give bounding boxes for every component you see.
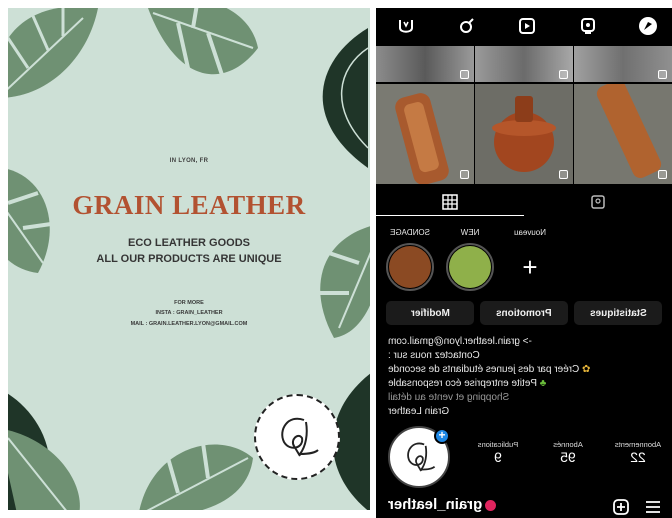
post-thumbnail-leather-case[interactable]: [376, 84, 474, 184]
insights-button[interactable]: Statistiques: [574, 301, 662, 325]
post-thumbnail[interactable]: [574, 46, 672, 82]
profile-username[interactable]: grain_leather: [388, 496, 497, 513]
tagged-icon: [591, 195, 605, 209]
highlight-sondage[interactable]: SONDAGE: [386, 228, 434, 291]
post-thumbnail[interactable]: [376, 46, 474, 82]
bio-category: Shopping et vente au détail: [388, 392, 510, 403]
tabs-logo-icon[interactable]: [396, 16, 416, 36]
screenshot-composite: IN LYON, FR GRAIN LEATHER ECO LEATHER GO…: [0, 0, 672, 518]
poster-brand-title: GRAIN LEATHER: [72, 190, 306, 220]
edit-profile-button[interactable]: Modifier: [386, 301, 474, 325]
header-actions: [612, 498, 662, 516]
compass-icon[interactable]: [638, 16, 658, 36]
new-highlight-plus-icon: +: [522, 251, 538, 282]
highlight-cover: [449, 246, 491, 288]
add-story-plus-icon[interactable]: +: [434, 428, 450, 444]
top-navigation-bar: [376, 8, 672, 44]
brand-poster: IN LYON, FR GRAIN LEATHER ECO LEATHER GO…: [8, 8, 370, 510]
poster-mail: MAIL : GRAIN.LEATHER.LYON@GMAIL.COM: [130, 321, 248, 327]
leaf-top-center-illustration: [148, 8, 258, 79]
poster-for-more: FOR MORE: [174, 300, 204, 306]
stat-posts[interactable]: Publications 9: [468, 438, 528, 465]
post-thumbnail-leather-sleeve[interactable]: [574, 84, 672, 184]
highlight-label: NEW: [460, 228, 480, 237]
play-icon[interactable]: [517, 16, 537, 36]
stat-followers[interactable]: Abonnés 95: [538, 438, 598, 465]
leaf-bottom-center-illustration: [139, 442, 253, 510]
profile-action-buttons: Modifier Promotions Statistiques: [386, 301, 662, 325]
notification-dot-icon: [485, 499, 497, 511]
bio-name: Grain Leather: [388, 406, 450, 417]
add-post-icon[interactable]: [612, 498, 630, 516]
monogram-icon: [407, 442, 436, 472]
face-icon[interactable]: [578, 16, 598, 36]
monogram-icon: [281, 417, 319, 457]
promotions-button[interactable]: Promotions: [480, 301, 568, 325]
highlight-nouveau[interactable]: Nouveau +: [506, 228, 554, 291]
menu-icon[interactable]: [644, 498, 662, 516]
bio-contact: Contactez nous sur :: [388, 350, 480, 361]
highlight-label: Nouveau: [513, 228, 547, 237]
post-thumbnail-leather-ball[interactable]: [475, 84, 573, 184]
highlight-new[interactable]: NEW: [446, 228, 494, 291]
post-thumbnail[interactable]: [475, 46, 573, 82]
poster-tagline-1: ECO LEATHER GOODS: [127, 237, 251, 249]
poster-location: IN LYON, FR: [169, 158, 209, 164]
poster-insta: INSTA : GRAIN_LEATHER: [155, 310, 223, 316]
highlight-cover: [389, 246, 431, 288]
grid-icon: [442, 193, 458, 210]
bio-email[interactable]: -> grain.leather.lyon@gmail.com: [388, 336, 532, 347]
poster-tagline-2: ALL OUR PRODUCTS ARE UNIQUE: [96, 253, 282, 265]
leaf-top-left-illustration: [8, 8, 98, 98]
bio-students: Créer par des jeunes étudiants de second…: [388, 364, 591, 375]
tab-grid[interactable]: [376, 188, 524, 216]
instagram-profile-screen: SONDAGE NEW Nouveau + Modifier Promotion…: [376, 8, 672, 518]
leaf-top-right-illustration: [322, 28, 369, 168]
tab-tagged[interactable]: [524, 188, 672, 216]
posts-grid: [376, 46, 672, 186]
bio-eco: Petite entreprise éco responsable ♣: [388, 378, 547, 389]
female-symbol-icon[interactable]: [457, 16, 477, 36]
profile-stats: Publications 9 Abonnés 95 Abonnements 22: [468, 438, 668, 465]
leaf-bottom-left-illustration: [8, 393, 80, 510]
highlight-label: SONDAGE: [390, 228, 431, 237]
profile-tabs: [376, 188, 672, 216]
stat-following[interactable]: Abonnements 22: [608, 438, 668, 465]
gl-monogram-logo: [254, 394, 340, 480]
